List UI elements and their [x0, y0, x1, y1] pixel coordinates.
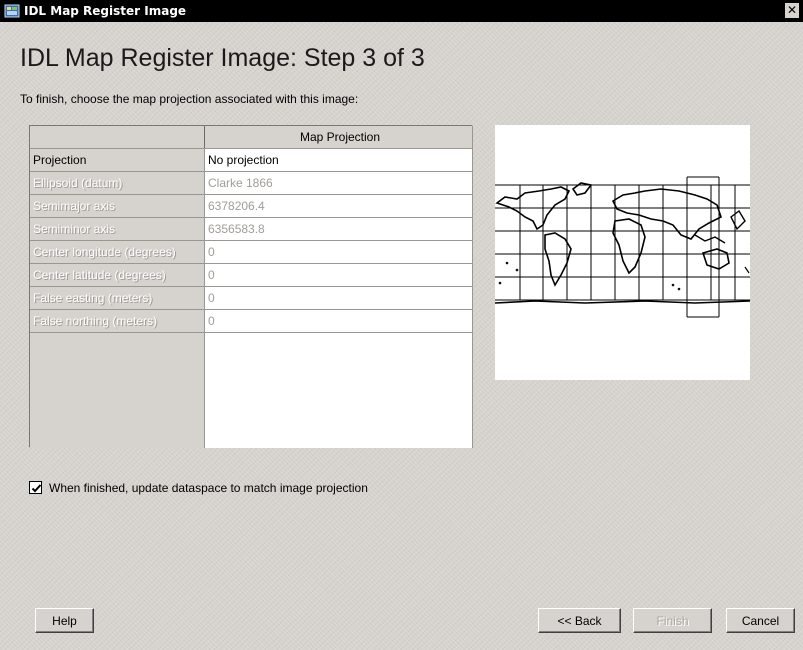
grid-row: Ellipsoid (datum) Clarke 1866 — [30, 171, 473, 195]
false-easting-value-cell: 0 — [204, 286, 473, 310]
help-button-label: Help — [52, 613, 77, 628]
grid-row: False easting (meters) 0 — [30, 286, 473, 310]
row-label-false-easting: False easting (meters) — [30, 286, 205, 310]
grid-empty-value-column — [204, 332, 473, 448]
row-label-projection: Projection — [30, 148, 205, 172]
page-title: IDL Map Register Image: Step 3 of 3 — [20, 44, 425, 72]
row-label-semimajor: Semimajor axis — [30, 194, 205, 218]
grid-row: Center longitude (degrees) 0 — [30, 240, 473, 264]
checkmark-icon — [31, 484, 42, 493]
false-northing-value-cell: 0 — [204, 309, 473, 333]
cancel-button[interactable]: Cancel — [726, 608, 795, 633]
grid-row: Semiminor axis 6356583.8 — [30, 217, 473, 241]
grid-row[interactable]: Projection No projection — [30, 148, 473, 172]
window-title: IDL Map Register Image — [24, 4, 187, 18]
instruction-text: To finish, choose the map projection ass… — [20, 92, 359, 106]
projection-property-grid: Map Projection Projection No projection … — [29, 125, 473, 448]
grid-empty-label-column — [30, 332, 205, 448]
back-button[interactable]: << Back — [538, 608, 621, 633]
row-label-center-latitude: Center latitude (degrees) — [30, 263, 205, 287]
row-label-false-northing: False northing (meters) — [30, 309, 205, 333]
grid-empty-area — [30, 332, 473, 448]
grid-row: Center latitude (degrees) 0 — [30, 263, 473, 287]
grid-row: Semimajor axis 6378206.4 — [30, 194, 473, 218]
ellipsoid-value-cell: Clarke 1866 — [204, 171, 473, 195]
grid-row: False northing (meters) 0 — [30, 309, 473, 333]
update-dataspace-checkbox[interactable] — [29, 481, 42, 494]
back-button-label: << Back — [557, 613, 602, 628]
update-dataspace-label: When finished, update dataspace to match… — [49, 481, 368, 495]
semiminor-value-cell: 6356583.8 — [204, 217, 473, 241]
finish-button-label: Finish — [656, 613, 689, 628]
world-map-preview — [495, 176, 750, 318]
cancel-button-label: Cancel — [741, 613, 780, 628]
finish-button[interactable]: Finish — [633, 608, 712, 633]
row-label-ellipsoid: Ellipsoid (datum) — [30, 171, 205, 195]
semimajor-value-cell: 6378206.4 — [204, 194, 473, 218]
map-preview — [495, 125, 750, 380]
row-label-center-longitude: Center longitude (degrees) — [30, 240, 205, 264]
row-label-semiminor: Semiminor axis — [30, 217, 205, 241]
help-button[interactable]: Help — [35, 608, 94, 633]
center-longitude-value-cell: 0 — [204, 240, 473, 264]
title-bar: IDL Map Register Image ✕ — [0, 0, 803, 22]
projection-value-cell[interactable]: No projection — [204, 148, 473, 172]
close-button[interactable]: ✕ — [785, 3, 799, 18]
grid-column-header: Map Projection — [204, 126, 473, 149]
center-latitude-value-cell: 0 — [204, 263, 473, 287]
app-icon — [4, 3, 20, 19]
grid-corner-cell — [30, 126, 205, 149]
